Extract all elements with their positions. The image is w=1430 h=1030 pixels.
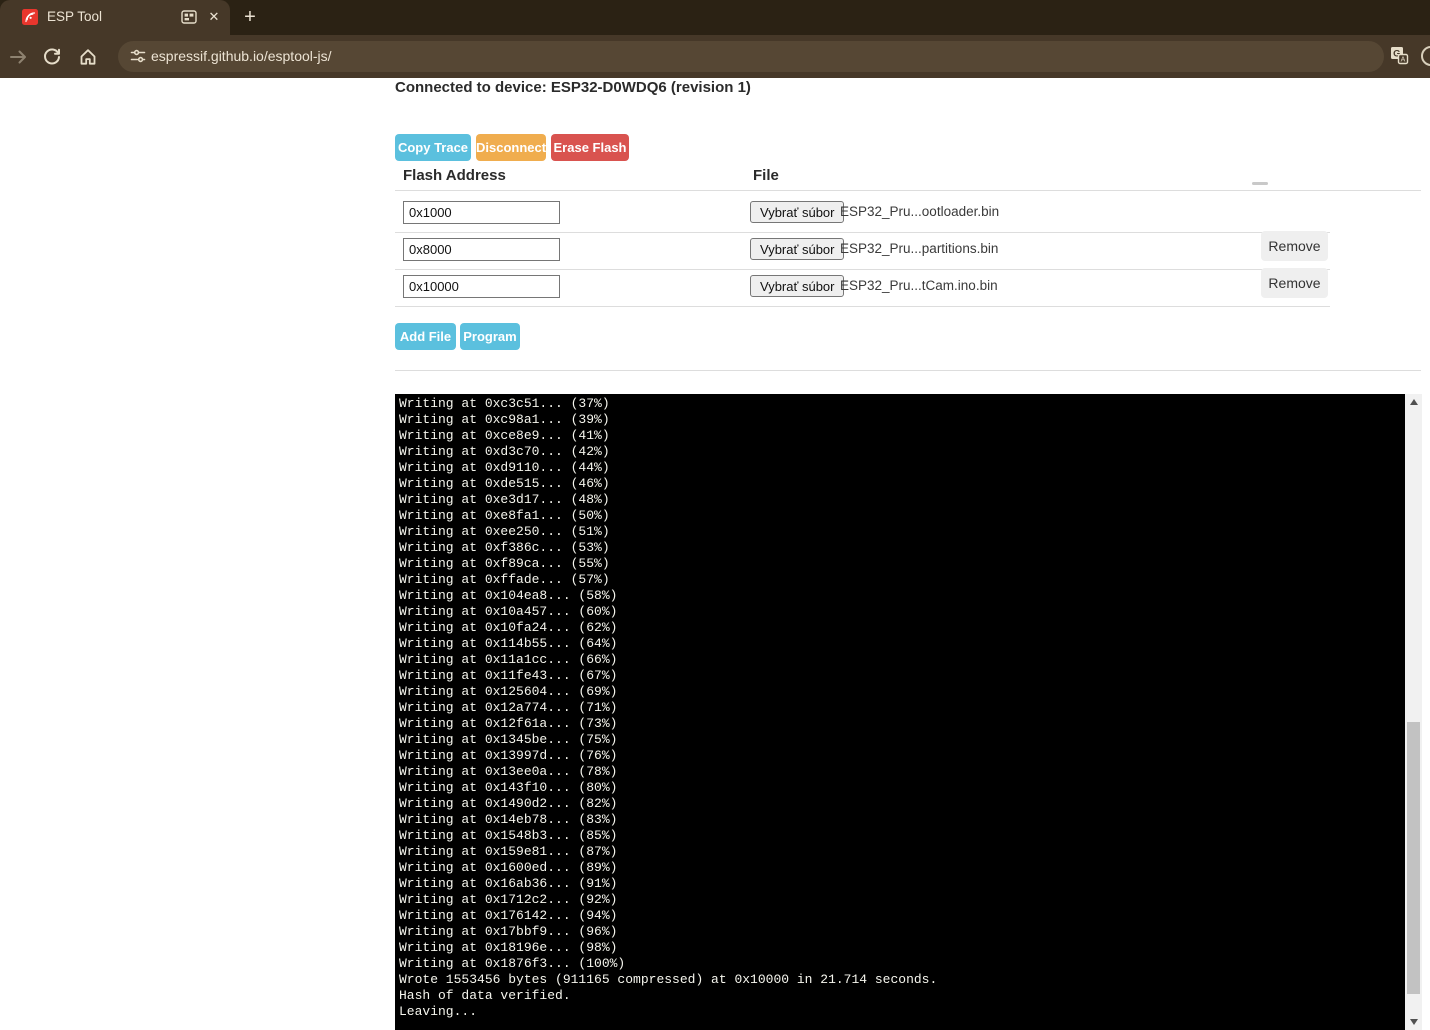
flash-address-input[interactable] [403, 275, 560, 298]
terminal-console: Writing at 0xc3c51... (37%) Writing at 0… [395, 394, 1405, 1030]
browser-toolbar: espressif.github.io/esptool-js/ G A [0, 35, 1430, 78]
add-file-button[interactable]: Add File [395, 323, 456, 350]
profile-icon[interactable] [1421, 46, 1430, 66]
terminal-output: Writing at 0xc3c51... (37%) Writing at 0… [395, 394, 1405, 1020]
copy-trace-button[interactable]: Copy Trace [395, 134, 471, 161]
erase-flash-button[interactable]: Erase Flash [551, 134, 629, 161]
refresh-icon[interactable] [42, 47, 62, 67]
remove-file-button[interactable]: Remove [1261, 268, 1328, 298]
browser-window: ESP Tool ✕ + [0, 0, 1430, 1030]
svg-text:A: A [1401, 57, 1406, 64]
tab-grid-icon [181, 10, 197, 29]
url-text[interactable]: espressif.github.io/esptool-js/ [151, 48, 332, 64]
translate-icon[interactable]: G A [1388, 44, 1410, 71]
choose-file-button[interactable]: Vybrať súbor [750, 275, 844, 297]
browser-tab[interactable]: ESP Tool ✕ [0, 0, 230, 35]
close-icon[interactable]: ✕ [204, 7, 224, 27]
tab-strip: ESP Tool ✕ + [0, 0, 1430, 35]
address-bar[interactable]: espressif.github.io/esptool-js/ [118, 41, 1384, 72]
scroll-up-icon[interactable] [1405, 394, 1422, 410]
file-name: ESP32_Pru...partitions.bin [840, 241, 998, 256]
choose-file-button[interactable]: Vybrať súbor [750, 201, 844, 223]
remove-column-dash [1252, 182, 1268, 185]
file-name: ESP32_Pru...ootloader.bin [840, 204, 999, 219]
flash-address-header: Flash Address [403, 167, 506, 184]
file-header: File [753, 167, 779, 184]
site-settings-icon[interactable] [129, 47, 147, 70]
file-name: ESP32_Pru...tCam.ino.bin [840, 278, 998, 293]
row-divider [395, 232, 1330, 233]
new-tab-icon[interactable]: + [237, 5, 263, 31]
home-icon[interactable] [78, 47, 98, 67]
scrollbar-thumb[interactable] [1407, 722, 1420, 994]
disconnect-button[interactable]: Disconnect [476, 134, 546, 161]
flash-address-input[interactable] [403, 238, 560, 261]
scroll-down-icon[interactable] [1405, 1014, 1422, 1030]
espressif-logo-icon [22, 9, 38, 25]
esptool-page: Connected to device: ESP32-D0WDQ6 (revis… [0, 78, 1430, 1030]
program-button[interactable]: Program [460, 323, 520, 350]
choose-file-button[interactable]: Vybrať súbor [750, 238, 844, 260]
remove-file-button[interactable]: Remove [1261, 231, 1328, 261]
terminal-scrollbar[interactable] [1405, 394, 1422, 1030]
connection-status: Connected to device: ESP32-D0WDQ6 (revis… [395, 79, 751, 96]
row-divider [395, 269, 1330, 270]
forward-icon[interactable] [8, 47, 28, 67]
header-divider [395, 190, 1421, 191]
flash-address-input[interactable] [403, 201, 560, 224]
section-divider [395, 370, 1421, 371]
tab-title: ESP Tool [47, 9, 102, 24]
row-divider [395, 306, 1330, 307]
